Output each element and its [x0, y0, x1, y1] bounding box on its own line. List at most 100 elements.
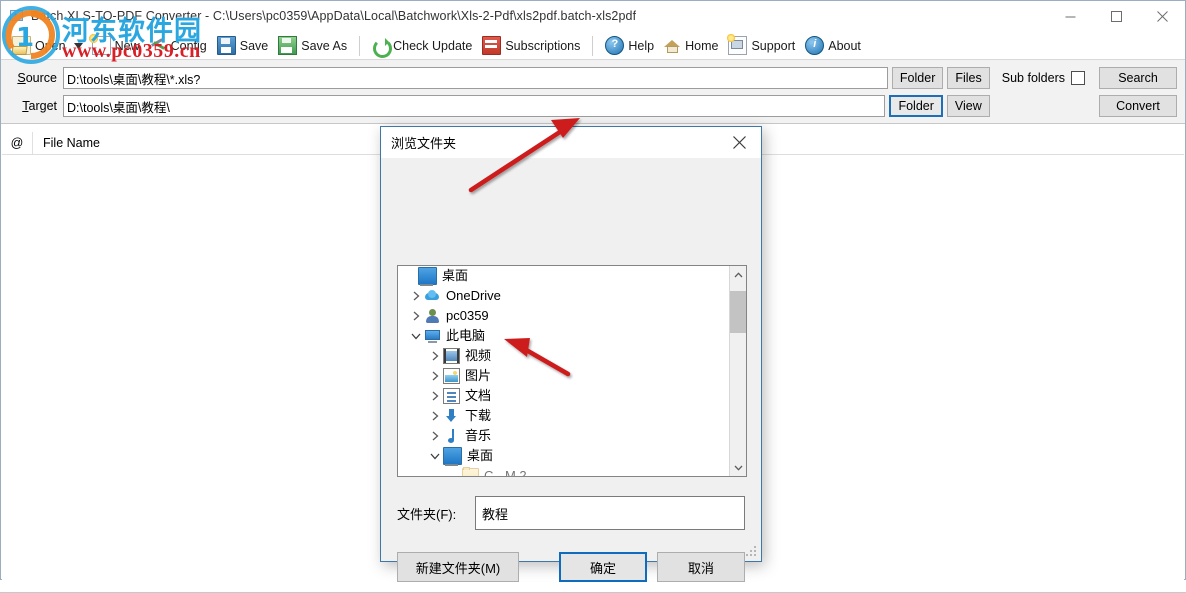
maximize-icon[interactable] [1093, 1, 1139, 31]
chevron-right-icon[interactable] [427, 408, 443, 424]
dialog-title: 浏览文件夹 [391, 136, 457, 151]
home-house-icon [664, 37, 681, 54]
tree-item-documents[interactable]: 文档 [398, 386, 729, 406]
source-row: Source Folder Files Sub folders Search [9, 67, 1177, 89]
toolbar-new-button[interactable]: New [87, 34, 145, 58]
toolbar-home-label: Home [685, 38, 719, 53]
toolbar-separator-2 [592, 35, 594, 56]
source-input[interactable] [63, 67, 888, 89]
new-folder-button[interactable]: 新建文件夹(M) [397, 552, 519, 582]
tree-item-label: 桌面 [467, 448, 494, 463]
source-files-button[interactable]: Files [947, 67, 990, 89]
source-folder-button[interactable]: Folder [891, 67, 944, 89]
tree-item-label: 桌面 [442, 268, 469, 283]
scroll-up-icon[interactable] [730, 266, 746, 283]
tree-item-music[interactable]: 音乐 [398, 426, 729, 446]
sub-folders-checkbox[interactable] [1071, 71, 1085, 85]
tree-item-desktop-root[interactable]: 桌面 [398, 266, 729, 286]
subscriptions-icon [482, 36, 502, 55]
save-as-disk-icon [278, 36, 298, 55]
dialog-body: 桌面 OneDrive pc0359 此电脑 视频 图片 文档 下载 音乐 桌面… [381, 158, 761, 582]
target-row: Target Folder View Sub folders Convert [9, 95, 1177, 117]
tree-item-pictures[interactable]: 图片 [398, 366, 729, 386]
desktop-folder-icon [443, 447, 462, 466]
about-info-icon [805, 36, 825, 55]
toolbar-config-label: Config [170, 38, 207, 53]
toolbar-about-label: About [828, 38, 861, 53]
toolbar-open-button[interactable]: Open [7, 34, 71, 58]
toolbar-home-button[interactable]: Home [659, 34, 723, 58]
toolbar-separator-1 [359, 35, 361, 56]
tree-item-this-pc[interactable]: 此电脑 [398, 326, 729, 346]
tree-item-label: C - M 2 [484, 468, 527, 476]
tree-item-downloads[interactable]: 下载 [398, 406, 729, 426]
toolbar-save-button[interactable]: Save [212, 34, 274, 58]
search-button[interactable]: Search [1099, 67, 1177, 89]
toolbar-save-as-label: Save As [301, 38, 348, 53]
minimize-icon[interactable] [1047, 1, 1093, 31]
column-header-at[interactable]: @ [2, 132, 33, 154]
cancel-button[interactable]: 取消 [657, 552, 745, 582]
title-bar: + Batch XLS-TO-PDF Converter - C:\Users\… [1, 1, 1185, 32]
toolbar-save-as-button[interactable]: Save As [273, 34, 352, 58]
close-icon[interactable] [1139, 1, 1185, 31]
chevron-right-icon[interactable] [408, 308, 424, 324]
scroll-down-icon[interactable] [730, 459, 746, 476]
folder-name-label: 文件夹(F): [397, 506, 457, 522]
toolbar-check-update-label: Check Update [393, 38, 473, 53]
toolbar-about-button[interactable]: About [800, 34, 866, 58]
tree-item-partial[interactable]: C - M 2 [398, 466, 729, 476]
chevron-right-icon[interactable] [427, 348, 443, 364]
open-dropdown-caret-icon[interactable] [71, 34, 87, 58]
toolbar-save-label: Save [239, 38, 269, 53]
tree-item-pc0359[interactable]: pc0359 [398, 306, 729, 326]
folder-tree-scrollarea: 桌面 OneDrive pc0359 此电脑 视频 图片 文档 下载 音乐 桌面… [398, 266, 729, 476]
pictures-folder-icon [443, 368, 460, 384]
tree-item-desktop[interactable]: 桌面 [398, 446, 729, 466]
chevron-right-icon[interactable] [427, 368, 443, 384]
chevron-right-icon[interactable] [408, 288, 424, 304]
tree-item-label: 文档 [465, 388, 492, 403]
folder-tree[interactable]: 桌面 OneDrive pc0359 此电脑 视频 图片 文档 下载 音乐 桌面… [397, 265, 747, 477]
toolbar-support-button[interactable]: Support [723, 34, 800, 58]
sub-folders-group: Sub folders [1002, 71, 1085, 85]
chevron-down-icon[interactable] [427, 448, 443, 464]
source-label: Source [17, 71, 57, 85]
toolbar-check-update-button[interactable]: Check Update [367, 34, 477, 58]
toolbar-subscriptions-button[interactable]: Subscriptions [477, 34, 585, 58]
folder-name-row: 文件夹(F): [397, 496, 745, 530]
dialog-button-bar: 新建文件夹(M) 确定 取消 [397, 552, 745, 582]
tree-item-label: 音乐 [465, 428, 492, 443]
desktop-icon [418, 267, 437, 286]
chevron-right-icon[interactable] [427, 428, 443, 444]
target-folder-button[interactable]: Folder [889, 95, 943, 117]
window-title: Batch XLS-TO-PDF Converter - C:\Users\pc… [31, 9, 637, 23]
sub-folders-label: Sub folders [1001, 71, 1065, 85]
tree-item-onedrive[interactable]: OneDrive [398, 286, 729, 306]
path-form: Source Folder Files Sub folders Search T… [1, 60, 1185, 124]
chevron-right-icon[interactable] [427, 388, 443, 404]
documents-folder-icon [443, 388, 460, 404]
ok-button[interactable]: 确定 [559, 552, 647, 582]
toolbar-help-button[interactable]: Help [600, 34, 659, 58]
resize-grip-icon[interactable] [746, 546, 758, 558]
folder-icon [462, 467, 479, 476]
onedrive-cloud-icon [424, 288, 441, 304]
app-window-icon: + [9, 8, 25, 24]
new-document-icon [88, 34, 111, 55]
toolbar-open-label: Open [35, 38, 66, 53]
scrollbar-thumb[interactable] [730, 291, 746, 333]
this-pc-icon [424, 328, 441, 344]
toolbar: Open New Config Save Save As Check Updat… [1, 32, 1185, 60]
convert-button[interactable]: Convert [1099, 95, 1177, 117]
dialog-close-icon[interactable] [717, 128, 761, 158]
target-view-button[interactable]: View [946, 95, 990, 117]
folder-tree-scrollbar[interactable] [729, 266, 746, 476]
tree-item-videos[interactable]: 视频 [398, 346, 729, 366]
folder-name-input[interactable] [475, 496, 745, 530]
tree-item-label: pc0359 [446, 308, 489, 323]
chevron-down-icon[interactable] [408, 328, 424, 344]
target-input[interactable] [63, 95, 886, 117]
toolbar-config-button[interactable]: Config [145, 34, 212, 58]
help-question-icon [605, 36, 625, 55]
